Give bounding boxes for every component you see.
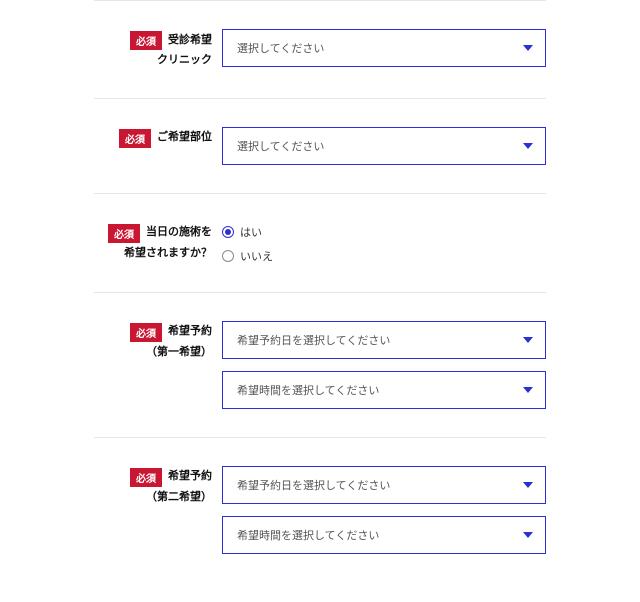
part-select[interactable]: 選択してください	[222, 127, 546, 165]
field-label-pref2-line1: 希望予約	[168, 468, 212, 486]
sameday-radio-group: はい いいえ	[222, 222, 546, 264]
field-label-clinic-line1: 受診希望	[168, 32, 212, 50]
required-badge: 必須	[130, 468, 162, 487]
chevron-down-icon	[523, 337, 533, 343]
row-clinic: 必須 受診希望 クリニック 選択してください	[94, 0, 546, 98]
chevron-down-icon	[523, 387, 533, 393]
radio-unchecked-icon	[222, 250, 234, 262]
row-pref2: 必須 希望予約 （第二希望） 希望予約日を選択してください 希望時間を選択してく…	[94, 437, 546, 582]
label-col-pref1: 必須 希望予約 （第一希望）	[94, 321, 222, 362]
sameday-radio-yes-label: はい	[240, 224, 262, 240]
field-label-pref1-line2: （第一希望）	[146, 344, 212, 362]
label-col-pref2: 必須 希望予約 （第二希望）	[94, 466, 222, 507]
chevron-down-icon	[523, 45, 533, 51]
row-pref1: 必須 希望予約 （第一希望） 希望予約日を選択してください 希望時間を選択してく…	[94, 292, 546, 437]
reservation-form: 必須 受診希望 クリニック 選択してください 必須 ご希望部位 選択してください	[0, 0, 640, 602]
sameday-radio-no[interactable]: いいえ	[222, 248, 546, 264]
row-sameday: 必須 当日の施術を 希望されますか？ はい いいえ	[94, 193, 546, 292]
clinic-select-text: 選択してください	[237, 40, 324, 56]
pref1-time-select[interactable]: 希望時間を選択してください	[222, 371, 546, 409]
pref1-date-select-text: 希望予約日を選択してください	[237, 332, 390, 348]
pref2-time-select[interactable]: 希望時間を選択してください	[222, 516, 546, 554]
chevron-down-icon	[523, 532, 533, 538]
pref2-date-select-text: 希望予約日を選択してください	[237, 477, 390, 493]
required-badge: 必須	[130, 31, 162, 50]
required-badge: 必須	[119, 129, 151, 148]
pref1-date-select[interactable]: 希望予約日を選択してください	[222, 321, 546, 359]
field-label-sameday-line2: 希望されますか？	[124, 245, 212, 263]
row-part: 必須 ご希望部位 選択してください	[94, 98, 546, 193]
label-col-sameday: 必須 当日の施術を 希望されますか？	[94, 222, 222, 263]
label-col-clinic: 必須 受診希望 クリニック	[94, 29, 222, 70]
chevron-down-icon	[523, 143, 533, 149]
chevron-down-icon	[523, 482, 533, 488]
clinic-select[interactable]: 選択してください	[222, 29, 546, 67]
sameday-radio-yes[interactable]: はい	[222, 224, 546, 240]
field-label-sameday-line1: 当日の施術を	[146, 224, 212, 242]
radio-checked-icon	[222, 226, 234, 238]
part-select-text: 選択してください	[237, 138, 324, 154]
pref2-time-select-text: 希望時間を選択してください	[237, 527, 379, 543]
field-label-clinic-line2: クリニック	[157, 52, 212, 70]
sameday-radio-no-label: いいえ	[240, 248, 273, 264]
pref1-time-select-text: 希望時間を選択してください	[237, 382, 379, 398]
label-col-part: 必須 ご希望部位	[94, 127, 222, 148]
required-badge: 必須	[108, 224, 140, 243]
field-label-part: ご希望部位	[157, 129, 212, 147]
field-label-pref2-line2: （第二希望）	[146, 489, 212, 507]
required-badge: 必須	[130, 323, 162, 342]
field-label-pref1-line1: 希望予約	[168, 323, 212, 341]
pref2-date-select[interactable]: 希望予約日を選択してください	[222, 466, 546, 504]
